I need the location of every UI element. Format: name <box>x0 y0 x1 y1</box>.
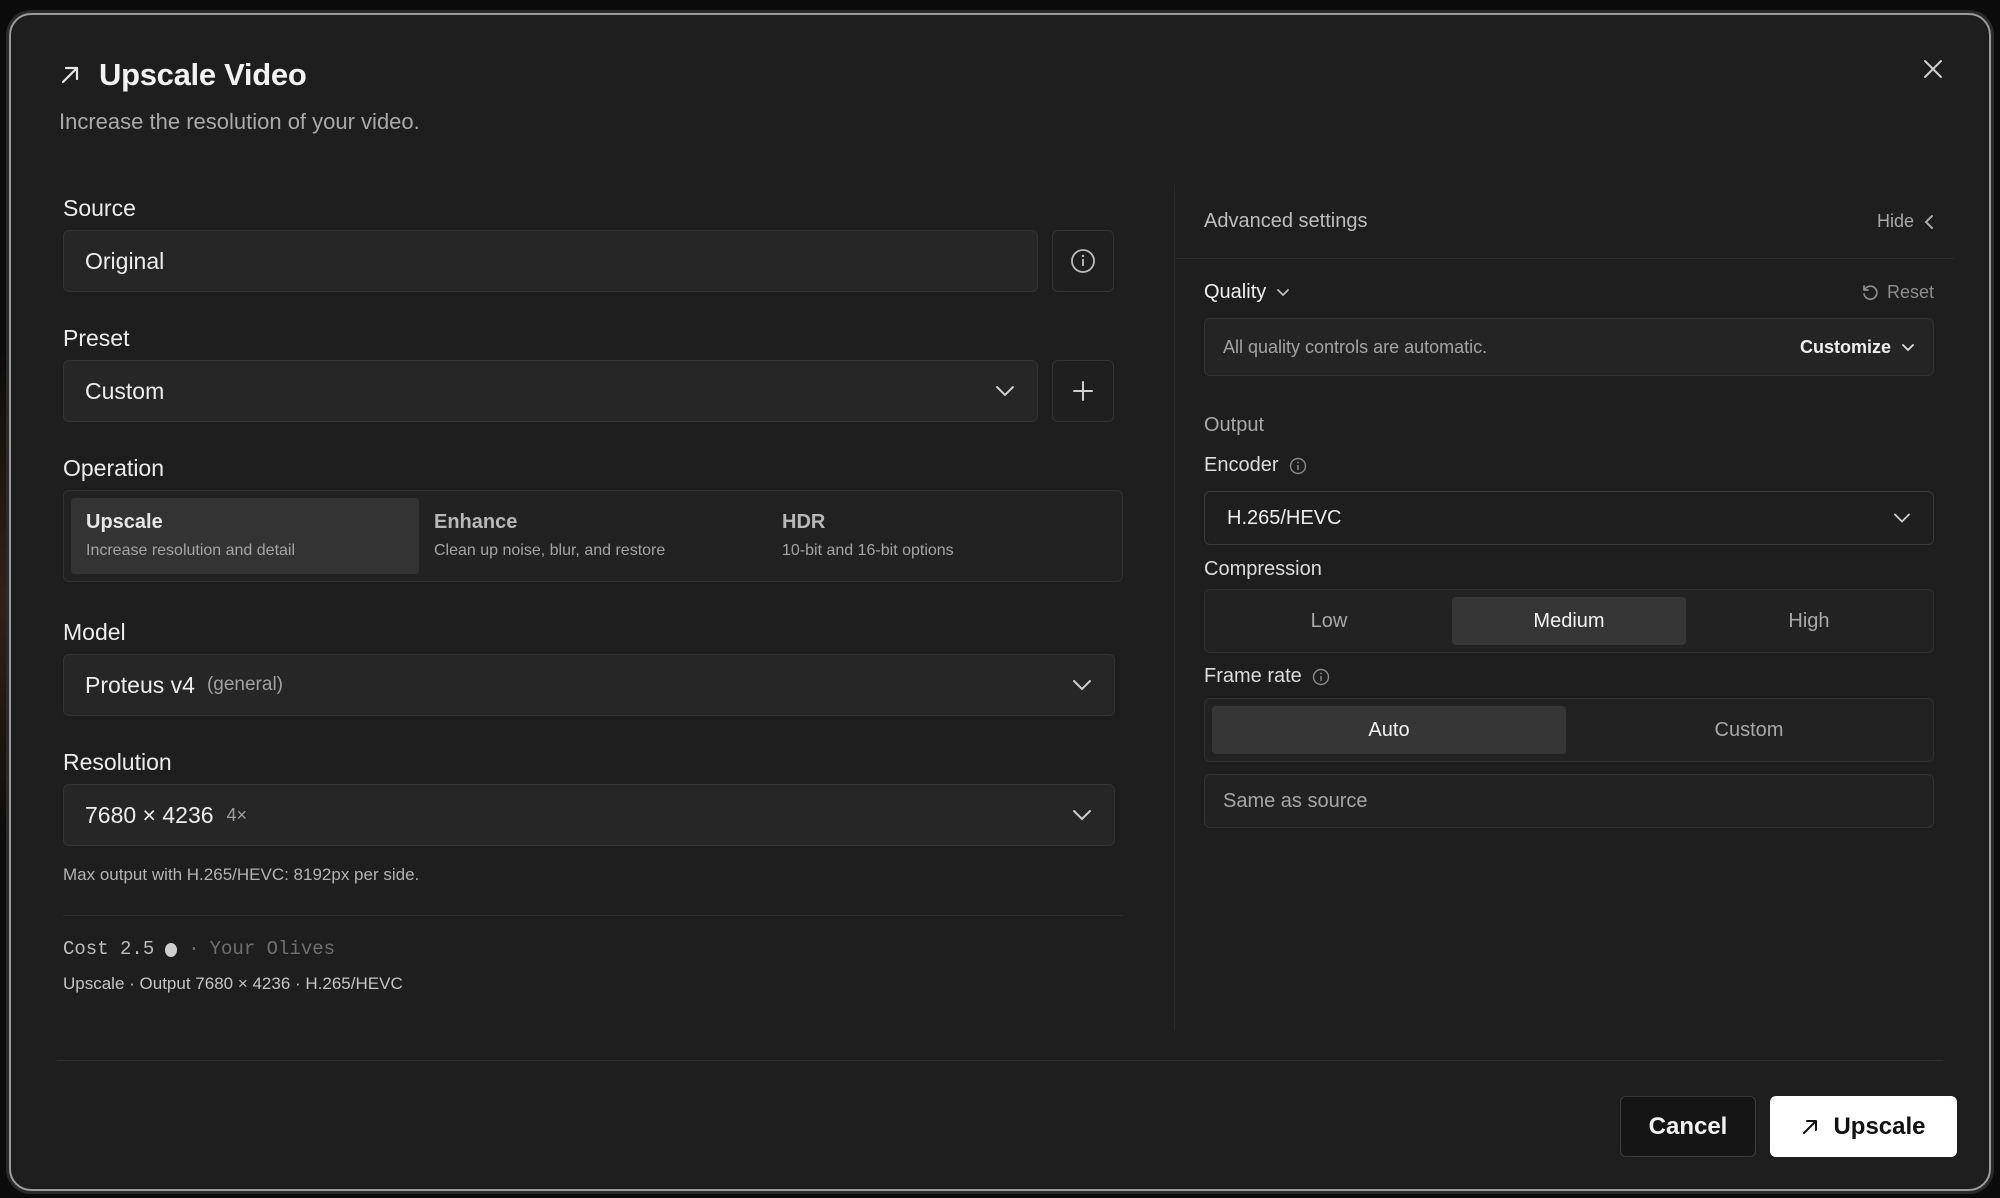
operation-option-title: HDR <box>782 511 826 533</box>
resolution-select[interactable]: 7680 × 4236 4× <box>63 784 1115 846</box>
encoder-value: H.265/HEVC <box>1227 506 1342 529</box>
cost-separator: · <box>188 938 200 960</box>
close-button[interactable] <box>1915 51 1951 87</box>
preset-select[interactable]: Custom <box>63 360 1038 422</box>
resolution-factor: 4× <box>226 804 248 825</box>
source-field[interactable]: Original <box>63 230 1038 292</box>
chevron-down-icon <box>1073 680 1091 691</box>
close-icon <box>1924 60 1942 78</box>
chevron-down-icon <box>1277 289 1290 297</box>
resolution-label: Resolution <box>63 749 172 775</box>
operation-selector: Upscale Increase resolution and detail E… <box>63 490 1123 582</box>
operation-option-title: Upscale <box>86 511 163 533</box>
resolution-note: Max output with H.265/HEVC: 8192px per s… <box>63 865 420 884</box>
output-heading: Output <box>1204 414 1265 436</box>
framerate-option-custom[interactable]: Custom <box>1572 706 1926 754</box>
operation-option-desc: Clean up noise, blur, and restore <box>434 542 666 559</box>
advanced-settings-title: Advanced settings <box>1204 210 1368 232</box>
output-summary: Upscale · Output 7680 × 4236 · H.265/HEV… <box>63 974 403 993</box>
model-label: Model <box>63 619 126 645</box>
hide-label: Hide <box>1876 211 1914 231</box>
operation-option-desc: 10-bit and 16-bit options <box>782 542 954 559</box>
olive-icon <box>165 943 178 957</box>
framerate-value-field: Same as source <box>1204 774 1934 828</box>
footer-divider <box>57 1060 1943 1061</box>
operation-option-enhance[interactable]: Enhance Clean up noise, blur, and restor… <box>419 498 767 574</box>
cancel-button[interactable]: Cancel <box>1620 1096 1756 1157</box>
cost-line: Cost 2.5 · Your Olives <box>63 938 1123 960</box>
source-label: Source <box>63 195 136 221</box>
operation-label: Operation <box>63 455 165 481</box>
source-value: Original <box>85 247 165 274</box>
cost-label: Cost 2.5 <box>63 938 155 960</box>
quality-toggle[interactable]: Quality <box>1204 281 1290 304</box>
reset-label: Reset <box>1886 282 1934 302</box>
customize-button[interactable]: Customize <box>1800 337 1915 358</box>
framerate-label: Frame rate <box>1204 665 1302 687</box>
chevron-down-icon <box>1902 343 1914 351</box>
resolution-value: 7680 × 4236 <box>85 801 214 828</box>
dialog-title: Upscale Video <box>99 57 307 92</box>
chevron-down-icon <box>1073 810 1091 821</box>
compression-option-low[interactable]: Low <box>1212 597 1446 645</box>
model-name: Proteus v4 <box>85 671 195 698</box>
dialog-header: Upscale Video Increase the resolution of… <box>59 57 420 135</box>
upscale-button[interactable]: Upscale <box>1770 1096 1957 1157</box>
encoder-label-row: Encoder <box>1204 454 1934 477</box>
main-settings-panel: Source Original Preset Custom Operation … <box>63 195 1123 994</box>
customize-label: Customize <box>1799 336 1891 357</box>
divider <box>63 915 1123 916</box>
info-icon[interactable] <box>1312 668 1330 686</box>
arrow-up-right-icon <box>1803 1119 1818 1134</box>
plus-icon <box>1073 381 1093 401</box>
preset-value: Custom <box>85 377 165 404</box>
compression-option-high[interactable]: High <box>1692 597 1926 645</box>
encoder-label: Encoder <box>1204 454 1279 476</box>
cancel-label: Cancel <box>1648 1112 1728 1140</box>
model-select[interactable]: Proteus v4 (general) <box>63 654 1115 716</box>
operation-option-hdr[interactable]: HDR 10-bit and 16-bit options <box>767 498 1115 574</box>
chevron-down-icon <box>996 386 1014 397</box>
model-tag: (general) <box>206 674 283 695</box>
upscale-dialog: Upscale Video Increase the resolution of… <box>9 13 1991 1191</box>
reset-button[interactable]: Reset <box>1861 282 1934 303</box>
compression-option-medium[interactable]: Medium <box>1452 597 1686 645</box>
advanced-settings-panel: Advanced settings Hide Quality Reset All… <box>1174 185 1954 1030</box>
arrow-up-right-icon <box>61 66 79 84</box>
quality-auto-box: All quality controls are automatic. Cust… <box>1204 318 1934 376</box>
info-icon[interactable] <box>1289 457 1307 475</box>
framerate-label-row: Frame rate <box>1204 665 1934 688</box>
dialog-subtitle: Increase the resolution of your video. <box>59 109 420 134</box>
quality-label: Quality <box>1204 281 1267 303</box>
chevron-left-icon <box>1924 214 1933 229</box>
reset-icon <box>1863 284 1878 300</box>
source-info-button[interactable] <box>1052 230 1114 292</box>
quality-auto-text: All quality controls are automatic. <box>1223 336 1488 357</box>
framerate-option-auto[interactable]: Auto <box>1212 706 1566 754</box>
info-icon <box>1071 249 1095 273</box>
compression-selector: Low Medium High <box>1204 589 1934 653</box>
upscale-label: Upscale <box>1833 1112 1926 1140</box>
operation-option-title: Enhance <box>434 511 518 533</box>
framerate-selector: Auto Custom <box>1204 698 1934 762</box>
cost-unit: Your Olives <box>209 938 336 960</box>
preset-label: Preset <box>63 325 130 351</box>
operation-option-upscale[interactable]: Upscale Increase resolution and detail <box>71 498 419 574</box>
framerate-value: Same as source <box>1223 789 1368 812</box>
add-preset-button[interactable] <box>1052 360 1114 422</box>
compression-label: Compression <box>1204 558 1322 580</box>
encoder-select[interactable]: H.265/HEVC <box>1204 491 1934 545</box>
operation-option-desc: Increase resolution and detail <box>86 542 296 559</box>
hide-advanced-button[interactable]: Hide <box>1877 211 1934 232</box>
chevron-down-icon <box>1894 513 1910 523</box>
advanced-settings-header: Advanced settings Hide <box>1175 185 1954 259</box>
